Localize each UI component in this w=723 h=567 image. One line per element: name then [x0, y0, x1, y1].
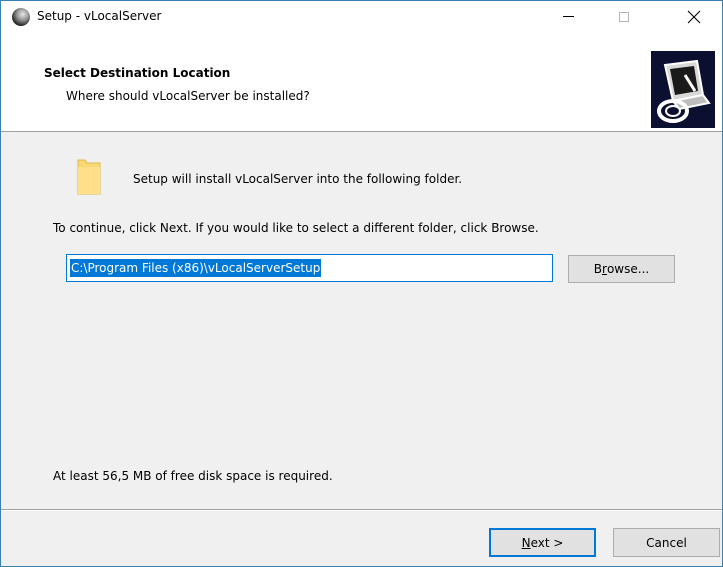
next-button[interactable]: Next >	[489, 528, 596, 557]
browse-button[interactable]: Br owse...	[568, 255, 675, 283]
footer-separator	[1, 509, 722, 511]
disk-space-requirement: At least 56,5 MB of free disk space is r…	[53, 469, 333, 483]
folder-icon	[77, 157, 101, 195]
cancel-button[interactable]: Cancel	[613, 528, 720, 557]
minimize-icon	[562, 16, 574, 17]
next-label-suffix: ext >	[530, 535, 564, 550]
page-title: Select Destination Location	[44, 66, 231, 80]
destination-path-value: C:\Program Files (x86)\vLocalServerSetup	[70, 259, 322, 277]
destination-path-input[interactable]: C:\Program Files (x86)\vLocalServerSetup	[66, 254, 553, 282]
computer-install-icon	[651, 51, 715, 128]
cancel-label: Cancel	[646, 535, 687, 550]
maximize-icon	[619, 11, 629, 22]
next-label-accel: N	[521, 535, 531, 550]
intro-text: Setup will install vLocalServer into the…	[133, 172, 463, 186]
wizard-image	[651, 51, 715, 128]
continue-instructions: To continue, click Next. If you would li…	[53, 221, 539, 235]
browse-label-suffix: owse...	[606, 262, 650, 276]
window-title: Setup - vLocalServer	[37, 9, 162, 23]
close-button[interactable]	[671, 1, 717, 32]
close-icon	[687, 10, 701, 23]
setup-window: Setup - vLocalServer Select Destination …	[0, 0, 723, 567]
title-bar[interactable]: Setup - vLocalServer	[1, 1, 722, 32]
maximize-button[interactable]	[601, 1, 647, 32]
browse-label-prefix: B	[593, 262, 603, 276]
page-subtitle: Where should vLocalServer be installed?	[66, 89, 310, 103]
minimize-button[interactable]	[545, 1, 591, 32]
app-globe-icon	[12, 8, 30, 26]
wizard-header: Select Destination Location Where should…	[1, 32, 722, 132]
